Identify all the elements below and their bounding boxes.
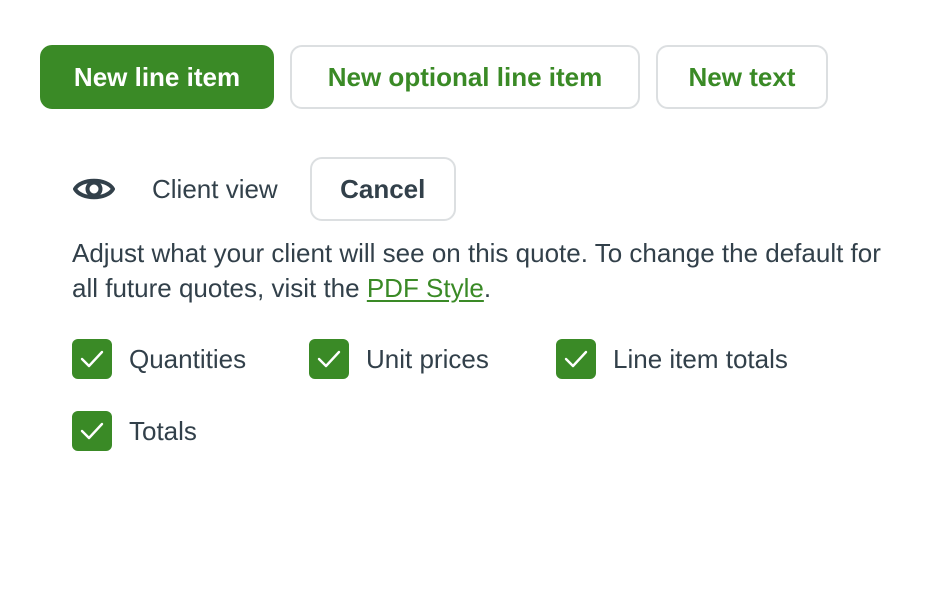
check-icon bbox=[564, 350, 588, 368]
client-view-row: Client view Cancel bbox=[72, 157, 456, 221]
option-quantities[interactable]: Quantities bbox=[72, 338, 246, 380]
option-unit-prices[interactable]: Unit prices bbox=[309, 338, 489, 380]
toolbar: New line item New optional line item New… bbox=[40, 45, 828, 109]
client-view-label: Client view bbox=[152, 173, 278, 204]
option-totals[interactable]: Totals bbox=[72, 410, 197, 452]
eye-icon bbox=[72, 167, 116, 211]
client-view-description: Adjust what your client will see on this… bbox=[72, 236, 912, 306]
totals-checkbox[interactable] bbox=[72, 411, 112, 451]
pdf-style-link[interactable]: PDF Style bbox=[367, 273, 484, 303]
quantities-checkbox[interactable] bbox=[72, 339, 112, 379]
unit-prices-label: Unit prices bbox=[366, 343, 489, 374]
check-icon bbox=[80, 350, 104, 368]
unit-prices-checkbox[interactable] bbox=[309, 339, 349, 379]
description-end: . bbox=[483, 273, 492, 303]
line-item-totals-checkbox[interactable] bbox=[556, 339, 596, 379]
quantities-label: Quantities bbox=[129, 343, 247, 374]
cancel-button[interactable]: Cancel bbox=[309, 157, 456, 221]
option-line-item-totals[interactable]: Line item totals bbox=[556, 338, 788, 380]
new-text-button[interactable]: New text bbox=[656, 45, 828, 109]
new-optional-line-item-button[interactable]: New optional line item bbox=[290, 45, 640, 109]
check-icon bbox=[80, 422, 104, 440]
new-line-item-button[interactable]: New line item bbox=[40, 45, 274, 109]
check-icon bbox=[317, 350, 341, 368]
line-item-totals-label: Line item totals bbox=[613, 343, 788, 374]
totals-label: Totals bbox=[129, 415, 197, 446]
